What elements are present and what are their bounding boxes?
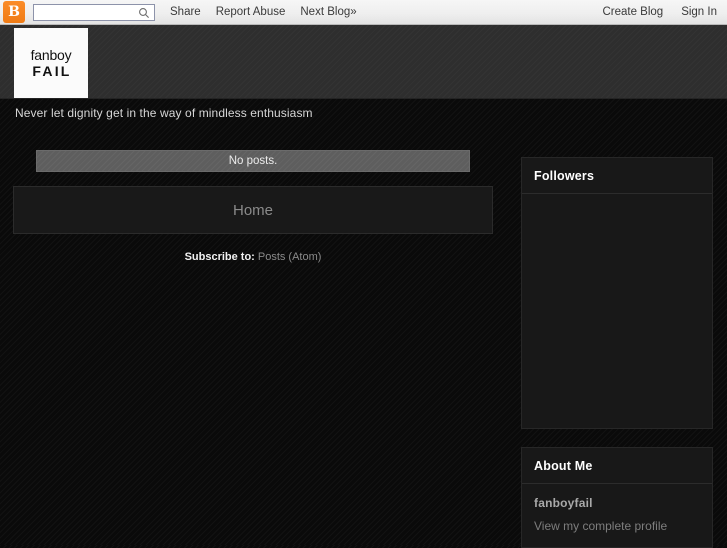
view-complete-profile-link[interactable]: View my complete profile — [534, 519, 700, 533]
blog-logo[interactable]: fanboy FAIL — [14, 28, 88, 98]
navbar-right-links: Create Blog Sign In — [584, 6, 727, 18]
sidebar: Followers About Me fanboyfail View my co… — [521, 157, 713, 548]
search-input[interactable] — [37, 5, 137, 19]
nav-link-report-abuse[interactable]: Report Abuse — [216, 6, 286, 18]
no-posts-banner: No posts. — [36, 150, 470, 172]
subscribe-label: Subscribe to: — [184, 251, 255, 263]
about-me-widget-title: About Me — [522, 448, 712, 484]
nav-link-sign-in[interactable]: Sign In — [681, 6, 717, 18]
profile-name: fanboyfail — [534, 496, 593, 510]
nav-link-create-blog[interactable]: Create Blog — [602, 6, 663, 18]
subscribe-posts-atom-link[interactable]: Posts (Atom) — [258, 251, 322, 263]
about-me-widget-body: fanboyfail View my complete profile — [522, 484, 712, 547]
blog-logo-line2: FAIL — [32, 62, 72, 79]
blog-header-band — [0, 25, 727, 99]
followers-widget-title: Followers — [522, 158, 712, 194]
blogger-b-icon[interactable]: B — [3, 1, 25, 23]
home-link[interactable]: Home — [233, 202, 273, 219]
blog-pager: Home — [13, 186, 493, 234]
blogger-navbar: B Share Report Abuse Next Blog» Create B… — [0, 0, 727, 25]
no-posts-label: No posts. — [228, 155, 278, 167]
blog-tagline: Never let dignity get in the way of mind… — [15, 106, 313, 120]
search-box[interactable] — [33, 3, 155, 21]
nav-link-share[interactable]: Share — [170, 6, 201, 18]
blog-logo-line1: fanboy — [30, 46, 72, 63]
search-icon[interactable] — [138, 7, 150, 19]
nav-link-next-blog[interactable]: Next Blog» — [300, 6, 356, 18]
main-content-column: No posts. Home Subscribe to: Posts (Atom) — [13, 150, 493, 263]
subscribe-section: Subscribe to: Posts (Atom) — [13, 251, 493, 263]
followers-widget-body — [522, 194, 712, 486]
followers-widget: Followers — [521, 157, 713, 429]
blogger-b-letter: B — [8, 4, 20, 20]
about-me-widget: About Me fanboyfail View my complete pro… — [521, 447, 713, 548]
